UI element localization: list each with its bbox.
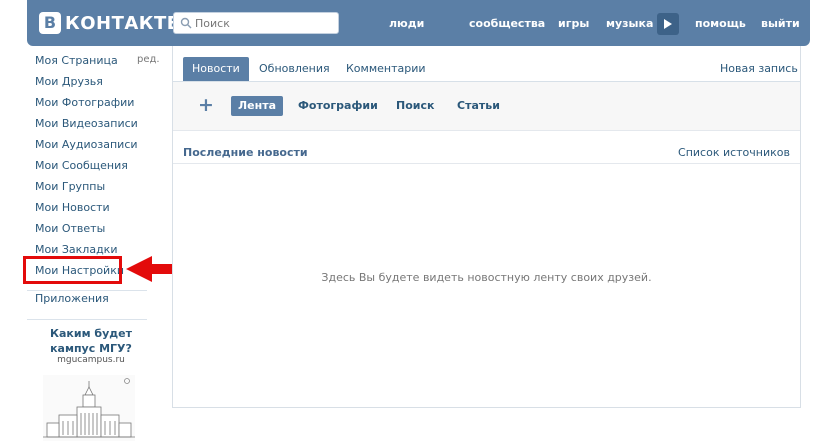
vk-logo[interactable]: В КОНТАКТЕ	[39, 12, 180, 34]
add-feed-icon[interactable]: +	[198, 95, 214, 115]
menu-audio[interactable]: Мои Аудиозаписи	[35, 138, 138, 151]
nav-games[interactable]: игры	[558, 17, 589, 30]
filter-articles[interactable]: Статьи	[457, 96, 500, 116]
campus-image[interactable]	[43, 375, 135, 441]
search-placeholder: Поиск	[195, 16, 230, 30]
edit-link[interactable]: ред.	[137, 54, 160, 65]
menu-divider-1	[27, 290, 147, 291]
tab-news[interactable]: Новости	[183, 57, 249, 81]
menu-videos[interactable]: Мои Видеозаписи	[35, 117, 138, 130]
empty-feed-message: Здесь Вы будете видеть новостную ленту с…	[321, 271, 652, 284]
nav-logout[interactable]: выйти	[761, 17, 800, 30]
promo-url[interactable]: mgucampus.ru	[44, 355, 138, 365]
tab-comments[interactable]: Комментарии	[346, 57, 426, 81]
feed-filter-bar: + Лента Фотографии Поиск Статьи	[173, 82, 800, 131]
news-tabs: Новости Обновления Комментарии Новая зап…	[173, 46, 800, 82]
logo-text: КОНТАКТЕ	[65, 12, 180, 34]
news-panel: Новости Обновления Комментарии Новая зап…	[172, 46, 801, 408]
search-input[interactable]: Поиск	[173, 12, 339, 34]
filter-photos[interactable]: Фотографии	[298, 96, 378, 116]
menu-messages[interactable]: Мои Сообщения	[35, 159, 128, 172]
filter-feed[interactable]: Лента	[231, 96, 283, 116]
sources-list-link[interactable]: Список источников	[678, 146, 790, 159]
menu-photos[interactable]: Мои Фотографии	[35, 96, 134, 109]
top-header: В КОНТАКТЕ Поиск люди сообщества игры му…	[27, 0, 810, 46]
settings-highlight-box	[23, 256, 122, 284]
logo-mark: В	[39, 12, 61, 34]
promo-title[interactable]: Каким будет кампус МГУ?	[44, 326, 138, 356]
play-button[interactable]	[657, 13, 679, 35]
filter-search[interactable]: Поиск	[396, 96, 434, 116]
menu-my-page[interactable]: Моя Страница	[35, 54, 118, 67]
search-icon	[180, 17, 192, 29]
nav-help[interactable]: помощь	[695, 17, 746, 30]
new-post-link[interactable]: Новая запись	[720, 57, 798, 81]
menu-news[interactable]: Мои Новости	[35, 201, 110, 214]
news-title: Последние новости	[183, 146, 308, 159]
menu-apps[interactable]: Приложения	[35, 292, 109, 305]
menu-groups[interactable]: Мои Группы	[35, 180, 105, 193]
nav-people[interactable]: люди	[389, 17, 424, 30]
menu-bookmarks[interactable]: Мои Закладки	[35, 243, 117, 256]
play-icon	[664, 19, 672, 29]
menu-answers[interactable]: Мои Ответы	[35, 222, 105, 235]
news-section-header: Последние новости Список источников	[173, 142, 800, 164]
tab-updates[interactable]: Обновления	[259, 57, 330, 81]
nav-communities[interactable]: сообщества	[469, 17, 545, 30]
menu-divider-2	[27, 319, 147, 320]
menu-friends[interactable]: Мои Друзья	[35, 75, 103, 88]
nav-music[interactable]: музыка	[606, 17, 653, 30]
